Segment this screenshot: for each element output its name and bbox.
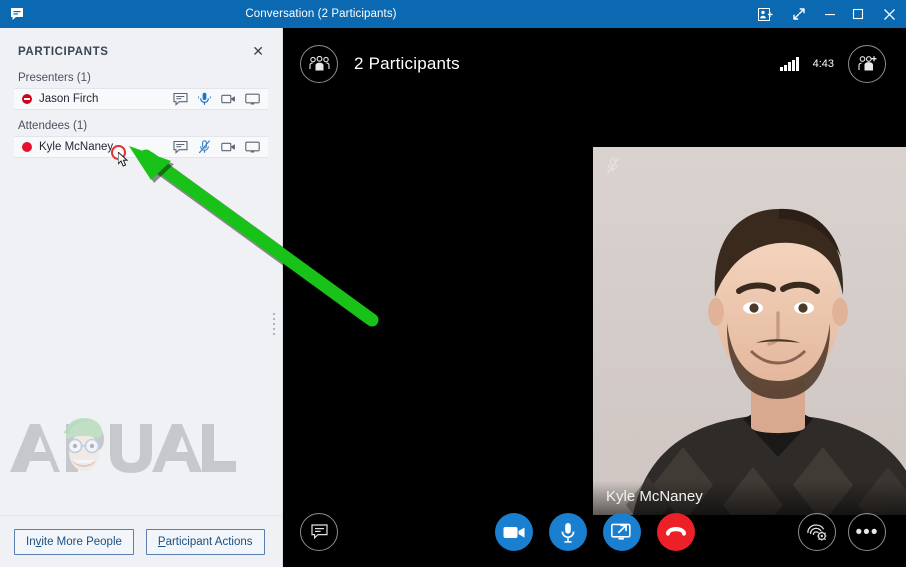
skype-for-business-conversation-window: Conversation (2 Participants) PARTICIPAN… xyxy=(0,0,906,567)
maximize-button[interactable] xyxy=(844,0,872,28)
close-button[interactable] xyxy=(872,0,906,28)
window-controls xyxy=(748,0,906,28)
window-title: Conversation (2 Participants) xyxy=(245,8,397,20)
dock-contact-card-button[interactable] xyxy=(748,0,782,28)
app-icon xyxy=(0,0,34,28)
mouse-cursor xyxy=(117,150,130,173)
minimize-button[interactable] xyxy=(816,0,844,28)
window-titlebar: Conversation (2 Participants) xyxy=(0,0,906,28)
green-arrow-pointer xyxy=(129,146,383,331)
expand-window-button[interactable] xyxy=(782,0,816,28)
